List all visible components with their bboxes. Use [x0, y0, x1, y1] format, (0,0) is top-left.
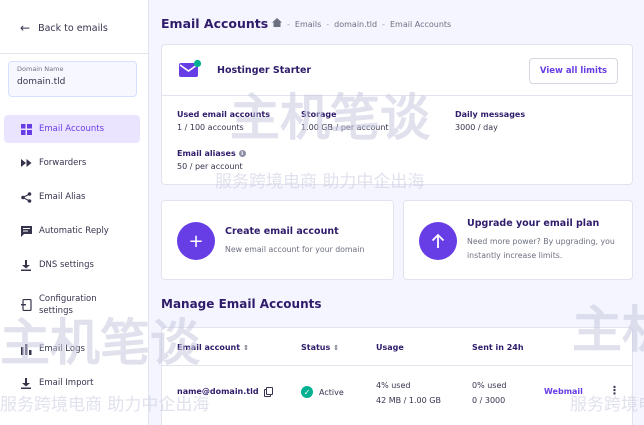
fast-forward-icon [20, 157, 32, 169]
column-header-sent: Sent in 24h [472, 343, 524, 352]
create-email-account-card[interactable]: + Create email account New email account… [161, 200, 394, 280]
breadcrumb: - Emails - domain.tld - Email Accounts [272, 18, 451, 30]
upgrade-desc-line: Need more power? By upgrading, you [467, 237, 615, 246]
grid-icon [20, 123, 32, 135]
sidebar-item-automatic-reply[interactable]: Automatic Reply [0, 225, 148, 237]
column-header-account[interactable]: Email account ⇕ [177, 343, 249, 352]
status-badge: ✓ Active [301, 386, 344, 398]
sent-cell: 0% used 0 / 3000 [472, 378, 506, 408]
copy-icon[interactable] [263, 387, 273, 397]
upgrade-desc-line: instantly increase limits. [467, 251, 563, 261]
arrow-up-icon [419, 222, 457, 260]
check-circle-icon: ✓ [301, 386, 313, 398]
column-header-usage: Usage [376, 343, 404, 352]
email-accounts-table: Email account ⇕ Status ⇕ Usage Sent in 24h… [161, 327, 633, 425]
usage-cell: 4% used 42 MB / 1.00 GB [376, 378, 441, 408]
back-to-emails-link[interactable]: ← Back to emails [20, 22, 108, 34]
sidebar-item-label: Configuration settings [39, 294, 97, 317]
create-account-title: Create email account [225, 226, 339, 237]
bar-chart-icon [20, 343, 32, 355]
webmail-link[interactable]: Webmail [544, 387, 583, 396]
stat-used-email-accounts: Used email accounts 1 / 100 accounts [177, 110, 270, 132]
message-icon [20, 225, 32, 237]
upgrade-plan-desc: Need more power? By upgrading, you insta… [467, 235, 615, 263]
domain-field-label: Domain Name [17, 65, 64, 73]
section-title: Manage Email Accounts [161, 297, 322, 311]
view-all-limits-button[interactable]: View all limits [529, 58, 618, 84]
more-options-icon[interactable]: ⋮ [609, 384, 620, 397]
sidebar-item-label: Automatic Reply [39, 226, 109, 236]
stat-value: 3000 / day [455, 123, 498, 132]
home-icon[interactable] [272, 18, 282, 30]
status-text: Active [319, 387, 344, 397]
domain-select[interactable]: Domain Name domain.tld [8, 61, 137, 97]
plan-header: Hostinger Starter View all limits [162, 45, 632, 96]
email-account-cell: name@domain.tld [177, 387, 273, 397]
envelope-icon [178, 59, 202, 77]
stat-label: Used email accounts [177, 110, 270, 119]
sidebar-item-label: Email Import [39, 378, 94, 388]
breadcrumb-item[interactable]: Emails [295, 20, 321, 29]
sent-percent: 0% used [472, 381, 507, 390]
column-header-status[interactable]: Status ⇕ [301, 343, 339, 352]
sidebar-item-email-accounts[interactable]: Email Accounts [4, 115, 140, 143]
back-label: Back to emails [38, 22, 108, 34]
plan-card: Hostinger Starter View all limits Used e… [161, 44, 633, 185]
stat-storage: Storage 1.00 GB / per account [301, 110, 389, 132]
stat-label-row: Email aliases i [177, 149, 246, 158]
plan-name: Hostinger Starter [217, 65, 312, 76]
sort-icon: ⇕ [333, 344, 340, 352]
table-header: Email account ⇕ Status ⇕ Usage Sent in 24h [162, 328, 632, 366]
share-icon [20, 191, 32, 203]
info-icon[interactable]: i [238, 150, 246, 157]
sidebar-item-dns-settings[interactable]: DNS settings [0, 259, 148, 271]
stat-value: 50 / per account [177, 162, 243, 171]
divider [0, 53, 148, 54]
sidebar-item-email-logs[interactable]: Email Logs [0, 343, 148, 355]
sidebar: ← Back to emails Domain Name domain.tld … [0, 0, 149, 425]
arrow-left-icon: ← [20, 21, 31, 35]
stat-value: 1.00 GB / per account [301, 123, 389, 132]
sidebar-item-label: Email Logs [39, 344, 85, 354]
sidebar-item-label: Email Accounts [39, 123, 105, 134]
usage-percent: 4% used [376, 381, 411, 390]
sort-icon: ⇕ [243, 344, 249, 352]
sidebar-item-label: DNS settings [39, 260, 94, 270]
sidebar-item-label: Email Alias [39, 192, 86, 202]
page-title: Email Accounts [161, 16, 269, 31]
stat-daily-messages: Daily messages 3000 / day [455, 110, 525, 132]
create-account-desc: New email account for your domain [225, 245, 365, 254]
import-icon [20, 377, 32, 389]
stat-value: 1 / 100 accounts [177, 123, 244, 132]
breadcrumb-item[interactable]: domain.tld [334, 20, 377, 29]
sidebar-item-email-alias[interactable]: Email Alias [0, 191, 148, 203]
config-icon [20, 299, 32, 312]
sent-count: 0 / 3000 [472, 396, 506, 406]
usage-size: 42 MB / 1.00 GB [376, 396, 441, 406]
stat-label: Email aliases [177, 149, 236, 158]
sidebar-item-configuration-settings[interactable]: Configuration settings [0, 293, 148, 318]
upgrade-plan-title: Upgrade your email plan [467, 218, 600, 229]
stat-label: Daily messages [455, 110, 526, 119]
sidebar-item-email-import[interactable]: Email Import [0, 377, 148, 389]
stat-email-aliases: Email aliases i 50 / per account [177, 149, 246, 171]
email-address: name@domain.tld [177, 387, 259, 396]
breadcrumb-item: Email Accounts [390, 19, 452, 29]
domain-field-value: domain.tld [17, 77, 66, 87]
sidebar-item-forwarders[interactable]: Forwarders [0, 157, 148, 169]
stat-label: Storage [301, 110, 337, 119]
download-icon [20, 259, 32, 271]
upgrade-email-plan-card[interactable]: Upgrade your email plan Need more power?… [403, 200, 633, 280]
sidebar-item-label: Forwarders [39, 158, 87, 168]
plus-icon: + [177, 222, 215, 260]
